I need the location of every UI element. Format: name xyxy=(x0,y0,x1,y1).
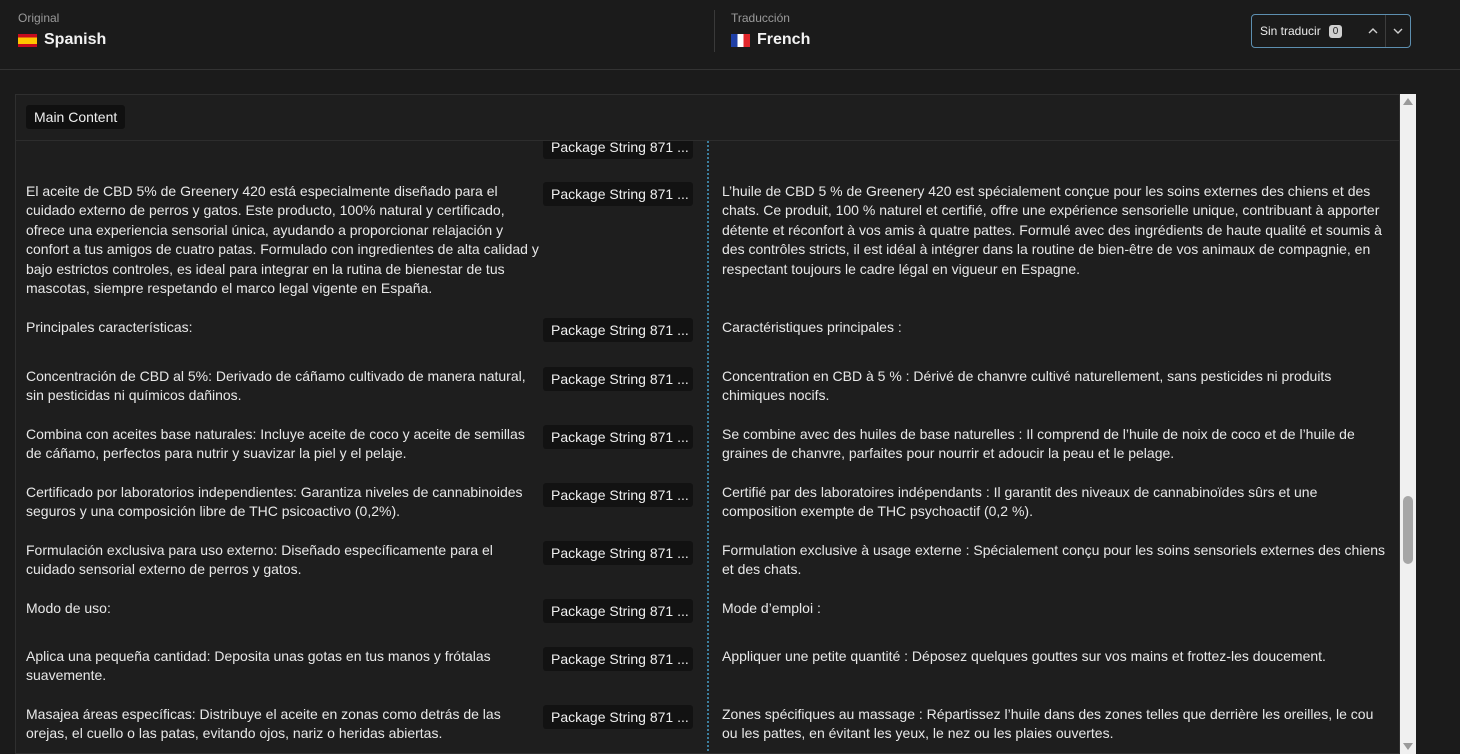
source-text: Aplica una pequeña cantidad: Deposita un… xyxy=(26,648,491,684)
source-text: Concentración de CBD al 5%: Derivado de … xyxy=(26,368,526,404)
target-text[interactable]: Zones spécifiques au massage : Répartiss… xyxy=(722,705,1392,744)
string-key-chip[interactable]: Package String 871 ... xyxy=(543,425,693,449)
string-key-chip[interactable]: Package String 871 ... xyxy=(543,541,693,565)
source-text: Formulación exclusiva para uso externo: … xyxy=(26,542,493,578)
scroll-up-arrow-icon[interactable] xyxy=(1403,98,1413,105)
source-text: Combina con aceites base naturales: Incl… xyxy=(26,426,525,462)
target-text[interactable]: Caractéristiques principales : xyxy=(722,318,1392,337)
translation-language-name: French xyxy=(757,31,811,48)
target-text[interactable]: Mode d’emploi : xyxy=(722,599,1392,618)
france-flag-icon xyxy=(731,33,750,47)
translation-panel: Main Content Package String 871 ... El a… xyxy=(15,94,1400,754)
scroll-down-arrow-icon[interactable] xyxy=(1403,743,1413,750)
previous-untranslated-button[interactable] xyxy=(1360,15,1385,47)
target-text[interactable]: Certifié par des laboratoires indépendan… xyxy=(722,483,1392,522)
section-header: Main Content xyxy=(16,95,1399,141)
target-text[interactable]: Se combine avec des huiles de base natur… xyxy=(722,425,1392,464)
original-caption: Original xyxy=(18,11,60,25)
translation-language-column: Traducción French xyxy=(714,10,810,52)
source-text: Modo de uso: xyxy=(26,600,111,616)
column-divider xyxy=(707,141,709,753)
next-untranslated-button[interactable] xyxy=(1385,15,1410,47)
string-key-chip[interactable]: Package String 871 ... xyxy=(543,367,693,391)
source-text: Masajea áreas específicas: Distribuye el… xyxy=(26,706,501,742)
target-text[interactable]: Formulation exclusive à usage externe : … xyxy=(722,541,1392,580)
untranslated-label: Sin traducir xyxy=(1260,24,1321,38)
source-text: Principales características: xyxy=(26,319,193,335)
chevron-down-icon xyxy=(1393,28,1403,34)
target-text[interactable]: Concentration en CBD à 5 % : Dérivé de c… xyxy=(722,367,1392,406)
translation-caption: Traducción xyxy=(731,11,790,25)
original-language-name: Spanish xyxy=(44,31,107,48)
target-text[interactable]: Appliquer une petite quantité : Déposez … xyxy=(722,647,1392,666)
untranslated-filter[interactable]: Sin traducir 0 xyxy=(1251,14,1411,48)
chevron-up-icon xyxy=(1368,28,1377,34)
string-key-chip[interactable]: Package String 871 ... xyxy=(543,647,693,671)
untranslated-count-badge: 0 xyxy=(1328,24,1343,38)
source-text: Certificado por laboratorios independien… xyxy=(26,484,523,520)
source-text: El aceite de CBD 5% de Greenery 420 está… xyxy=(26,183,539,297)
vertical-scrollbar[interactable] xyxy=(1400,94,1416,754)
spain-flag-icon xyxy=(18,33,37,47)
scrollbar-thumb[interactable] xyxy=(1403,496,1413,564)
original-language-column: Original Spanish xyxy=(18,10,106,49)
section-title: Main Content xyxy=(26,105,126,129)
string-key-chip[interactable]: Package String 871 ... xyxy=(543,318,693,342)
string-key-chip[interactable]: Package String 871 ... xyxy=(543,182,693,206)
target-text[interactable]: L’huile de CBD 5 % de Greenery 420 est s… xyxy=(722,182,1392,279)
string-key-chip[interactable]: Package String 871 ... xyxy=(543,705,693,729)
string-key-chip[interactable]: Package String 871 ... xyxy=(543,599,693,623)
string-key-chip[interactable]: Package String 871 ... xyxy=(543,483,693,507)
translation-header: Original Spanish Traducción French Sin t… xyxy=(0,0,1460,70)
